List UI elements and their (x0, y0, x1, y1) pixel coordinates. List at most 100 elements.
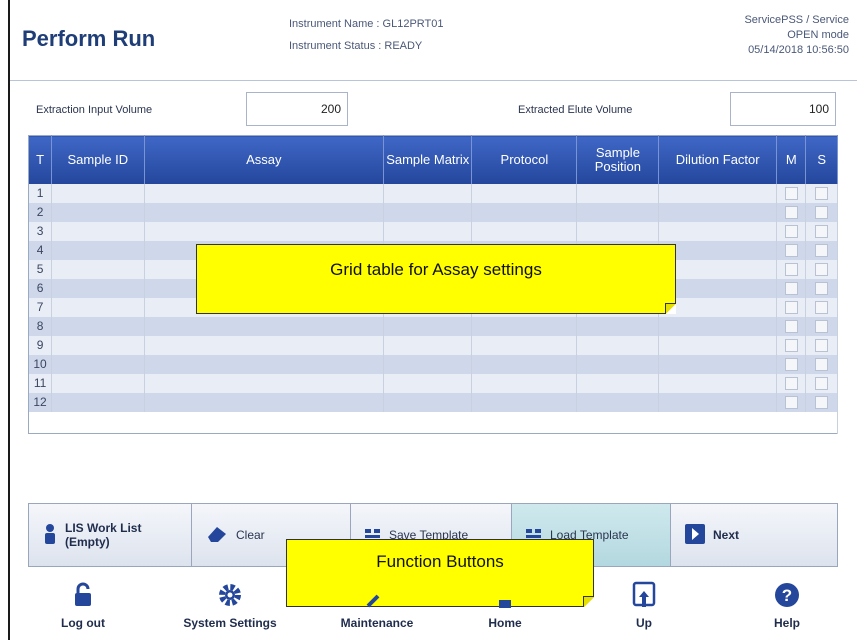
sample-id-cell[interactable] (51, 240, 145, 260)
protocol-cell[interactable] (471, 392, 578, 412)
column-header-sample-position[interactable]: Sample Position (576, 135, 660, 184)
sample-position-cell[interactable] (576, 183, 660, 203)
sample-id-cell[interactable] (51, 202, 145, 222)
extracted-elute-volume-field[interactable]: 100 (730, 92, 836, 126)
sample-id-cell[interactable] (51, 354, 145, 374)
column-header-assay[interactable]: Assay (144, 135, 385, 184)
column-header-m[interactable]: M (776, 135, 807, 184)
dilution-factor-cell[interactable] (658, 278, 778, 298)
dilution-factor-cell[interactable] (658, 259, 778, 279)
m-checkbox[interactable] (784, 282, 798, 296)
column-header-sample-matrix[interactable]: Sample Matrix (383, 135, 473, 184)
sample-position-cell[interactable] (576, 335, 660, 355)
sample-id-cell[interactable] (51, 183, 145, 203)
sample-position-cell[interactable] (576, 202, 660, 222)
dilution-factor-cell[interactable] (658, 221, 778, 241)
assay-cell[interactable] (144, 373, 385, 393)
protocol-cell[interactable] (471, 202, 578, 222)
s-checkbox[interactable] (815, 187, 829, 201)
s-checkbox[interactable] (815, 282, 829, 296)
sample-id-cell[interactable] (51, 316, 145, 336)
nav-up[interactable]: Up (579, 580, 709, 638)
dilution-factor-cell[interactable] (658, 240, 778, 260)
sample-position-cell[interactable] (576, 316, 660, 336)
table-row[interactable]: 1 (28, 183, 838, 203)
s-checkbox[interactable] (815, 244, 829, 258)
protocol-cell[interactable] (471, 354, 578, 374)
assay-cell[interactable] (144, 183, 385, 203)
sample-matrix-cell[interactable] (383, 221, 473, 241)
table-row[interactable]: 9 (28, 335, 838, 355)
extraction-input-volume-field[interactable]: 200 (246, 92, 348, 126)
sample-id-cell[interactable] (51, 297, 145, 317)
dilution-factor-cell[interactable] (658, 392, 778, 412)
m-checkbox[interactable] (784, 320, 798, 334)
nav-log-out[interactable]: Log out (18, 580, 148, 638)
dilution-factor-cell[interactable] (658, 373, 778, 393)
sample-position-cell[interactable] (576, 221, 660, 241)
sample-id-cell[interactable] (51, 278, 145, 298)
sample-matrix-cell[interactable] (383, 335, 473, 355)
m-checkbox[interactable] (784, 187, 798, 201)
s-checkbox[interactable] (815, 339, 829, 353)
sample-matrix-cell[interactable] (383, 202, 473, 222)
sample-matrix-cell[interactable] (383, 354, 473, 374)
protocol-cell[interactable] (471, 335, 578, 355)
s-checkbox[interactable] (815, 206, 829, 220)
s-checkbox[interactable] (815, 225, 829, 239)
sample-matrix-cell[interactable] (383, 392, 473, 412)
s-checkbox[interactable] (815, 301, 829, 315)
assay-cell[interactable] (144, 354, 385, 374)
m-checkbox[interactable] (784, 396, 798, 410)
lis-work-list-button[interactable]: LIS Work List (Empty) (28, 503, 192, 567)
assay-cell[interactable] (144, 316, 385, 336)
next-button[interactable]: Next (670, 503, 838, 567)
table-row[interactable]: 2 (28, 202, 838, 222)
sample-position-cell[interactable] (576, 392, 660, 412)
dilution-factor-cell[interactable] (658, 354, 778, 374)
table-row[interactable]: 12 (28, 392, 838, 412)
column-header-s[interactable]: S (805, 135, 838, 184)
dilution-factor-cell[interactable] (658, 297, 778, 317)
table-row[interactable]: 11 (28, 373, 838, 393)
assay-cell[interactable] (144, 202, 385, 222)
dilution-factor-cell[interactable] (658, 183, 778, 203)
s-checkbox[interactable] (815, 263, 829, 277)
nav-system-settings[interactable]: System Settings (165, 580, 295, 638)
sample-matrix-cell[interactable] (383, 183, 473, 203)
assay-cell[interactable] (144, 392, 385, 412)
column-header-protocol[interactable]: Protocol (471, 135, 578, 184)
m-checkbox[interactable] (784, 377, 798, 391)
dilution-factor-cell[interactable] (658, 316, 778, 336)
sample-id-cell[interactable] (51, 392, 145, 412)
sample-position-cell[interactable] (576, 373, 660, 393)
dilution-factor-cell[interactable] (658, 202, 778, 222)
protocol-cell[interactable] (471, 221, 578, 241)
protocol-cell[interactable] (471, 183, 578, 203)
nav-maintenance[interactable]: Maintenance (312, 580, 442, 638)
table-row[interactable]: 8 (28, 316, 838, 336)
s-checkbox[interactable] (815, 377, 829, 391)
m-checkbox[interactable] (784, 263, 798, 277)
m-checkbox[interactable] (784, 339, 798, 353)
m-checkbox[interactable] (784, 301, 798, 315)
assay-cell[interactable] (144, 335, 385, 355)
assay-cell[interactable] (144, 221, 385, 241)
protocol-cell[interactable] (471, 373, 578, 393)
m-checkbox[interactable] (784, 244, 798, 258)
column-header-t[interactable]: T (28, 135, 53, 184)
sample-id-cell[interactable] (51, 221, 145, 241)
nav-home[interactable]: Home (440, 580, 570, 638)
sample-id-cell[interactable] (51, 373, 145, 393)
table-row[interactable]: 3 (28, 221, 838, 241)
sample-matrix-cell[interactable] (383, 373, 473, 393)
table-row[interactable]: 10 (28, 354, 838, 374)
s-checkbox[interactable] (815, 396, 829, 410)
sample-id-cell[interactable] (51, 335, 145, 355)
column-header-sample-id[interactable]: Sample ID (51, 135, 145, 184)
column-header-dilution-factor[interactable]: Dilution Factor (658, 135, 778, 184)
m-checkbox[interactable] (784, 358, 798, 372)
s-checkbox[interactable] (815, 358, 829, 372)
sample-position-cell[interactable] (576, 354, 660, 374)
s-checkbox[interactable] (815, 320, 829, 334)
